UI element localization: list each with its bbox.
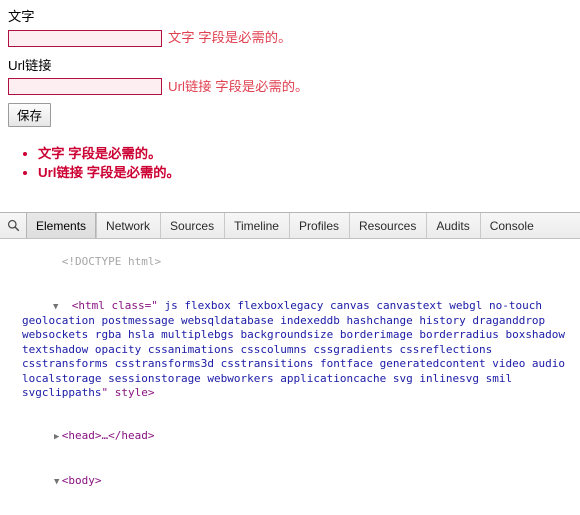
tab-profiles[interactable]: Profiles xyxy=(288,213,349,238)
submit-row: 保存 xyxy=(0,95,580,128)
tab-label: Console xyxy=(489,218,534,233)
tab-label: Timeline xyxy=(234,218,279,233)
doctype-text: <!DOCTYPE html> xyxy=(61,255,162,269)
url-input[interactable] xyxy=(8,78,162,96)
body-text: <body> xyxy=(61,473,102,487)
tab-label: Elements xyxy=(36,218,87,233)
devtools-toolbar: Elements Network Sources Timeline Profil… xyxy=(0,213,580,239)
html-class-value: js flexbox flexboxlegacy canvas canvaste… xyxy=(22,298,572,400)
field-row-text: 文字 字段是必需的。 xyxy=(0,25,580,47)
field-label-text: 文字 xyxy=(8,9,35,24)
dom-node-doctype[interactable]: <!DOCTYPE html> xyxy=(0,241,580,284)
devtools-tabs: Elements Network Sources Timeline Profil… xyxy=(26,213,544,238)
dom-tree[interactable]: <!DOCTYPE html> ▼ <html class=" js flexbo… xyxy=(0,239,580,515)
tab-label: Audits xyxy=(436,218,470,233)
tab-sources[interactable]: Sources xyxy=(160,213,224,238)
head-text: <head>…</head> xyxy=(61,429,155,443)
dom-node-body[interactable]: ▼ <body> xyxy=(0,459,580,503)
twisty-closed-icon[interactable]: ▶ xyxy=(52,430,62,444)
tab-network[interactable]: Network xyxy=(96,213,160,238)
field-row-url: Url链接 字段是必需的。 xyxy=(0,73,580,96)
text-input[interactable] xyxy=(8,29,162,47)
tab-label: Resources xyxy=(359,218,417,233)
tab-timeline[interactable]: Timeline xyxy=(224,213,289,238)
tab-label: Sources xyxy=(170,218,215,233)
validation-summary-list: 文字 字段是必需的。 Url链接 字段是必需的。 xyxy=(0,145,580,183)
twisty-open-icon[interactable]: ▼ xyxy=(52,475,62,489)
tab-resources[interactable]: Resources xyxy=(349,213,426,238)
tab-console[interactable]: Console xyxy=(479,213,544,238)
field-label-url: Url链接 xyxy=(8,57,52,73)
tab-label: Network xyxy=(106,218,151,233)
tab-elements[interactable]: Elements xyxy=(26,213,97,238)
save-button[interactable]: 保存 xyxy=(8,103,52,128)
validation-summary: 文字 字段是必需的。 Url链接 字段是必需的。 xyxy=(0,127,580,183)
html-open-suffix: " style> xyxy=(101,386,155,400)
devtools-panel: Elements Network Sources Timeline Profil… xyxy=(0,212,580,515)
twisty-open-icon[interactable]: ▼ xyxy=(53,300,72,314)
dom-node-form[interactable]: ▼<form novalidate="novalidate"> xyxy=(0,503,580,515)
tab-audits[interactable]: Audits xyxy=(426,213,479,238)
tab-label: Profiles xyxy=(298,218,339,233)
dom-node-html[interactable]: ▼ <html class=" js flexbox flexboxlegacy … xyxy=(0,284,580,415)
field-error-text: 文字 字段是必需的。 xyxy=(168,30,292,46)
dom-node-head[interactable]: ▶ <head>…</head> xyxy=(0,415,580,459)
html-open-prefix: <html class=" xyxy=(71,298,158,312)
search-icon[interactable] xyxy=(0,219,26,232)
validation-summary-item: Url链接 字段是必需的。 xyxy=(38,164,580,183)
field-error-url: Url链接 字段是必需的。 xyxy=(168,79,309,95)
validation-summary-item: 文字 字段是必需的。 xyxy=(38,145,580,164)
rendered-page: 文字 文字 字段是必需的。 Url链接 Url链接 字段是必需的。 保存 文字 … xyxy=(0,0,580,212)
